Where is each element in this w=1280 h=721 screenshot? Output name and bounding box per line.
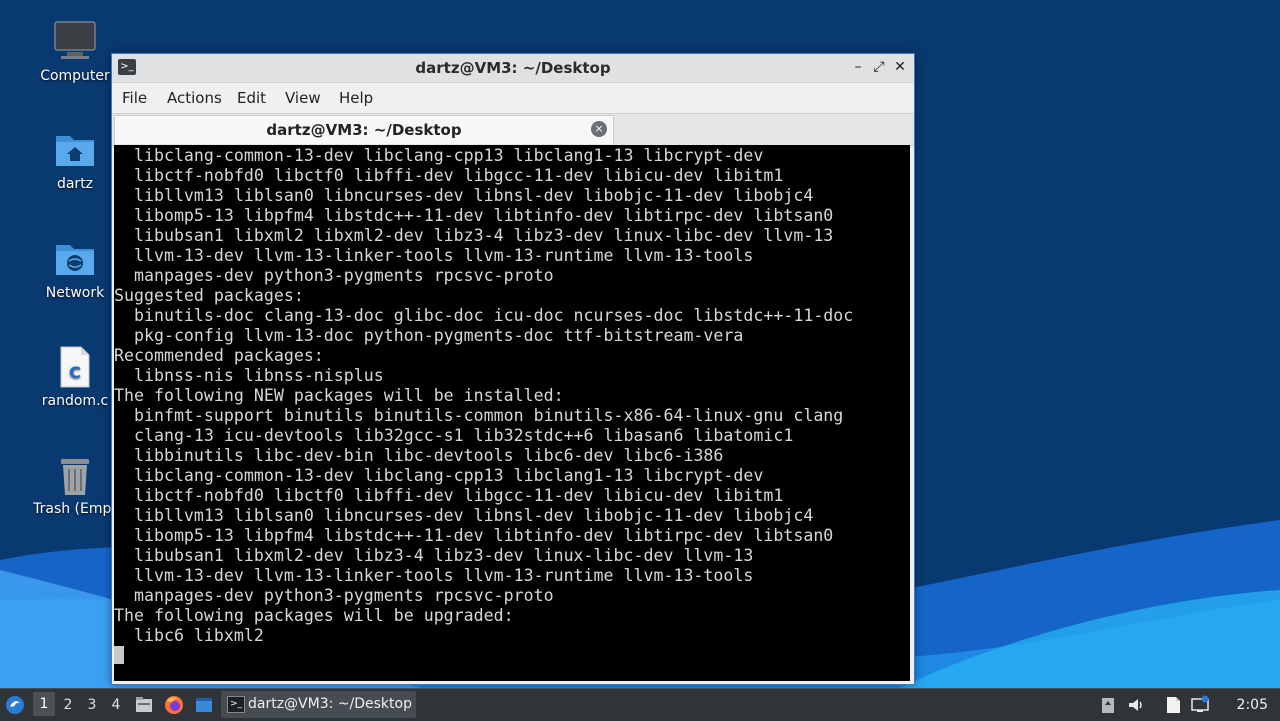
desktop-icon-trash[interactable]: Trash (Empt (25, 453, 125, 517)
terminal-line: pkg-config llvm-13-doc python-pygments-d… (114, 326, 744, 345)
terminal-prompt-line (114, 646, 853, 666)
workspace-3[interactable]: 3 (81, 697, 103, 713)
tab-bar: dartz@VM3: ~/Desktop × (112, 113, 914, 146)
terminal-tab[interactable]: dartz@VM3: ~/Desktop × (114, 115, 614, 144)
terminal-icon: >_ (227, 696, 245, 713)
minimize-button[interactable]: – (850, 59, 866, 75)
taskbar: 1 2 3 4 >_ dartz@VM3: ~/Desktop 2:05 (0, 688, 1280, 721)
notes-icon[interactable] (1163, 695, 1183, 715)
desktop-icon-computer[interactable]: Computer (25, 20, 125, 84)
workspace-1[interactable]: 1 (33, 692, 55, 716)
terminal-line: libclang-common-13-dev libclang-cpp13 li… (114, 146, 764, 165)
terminal-line: libclang-common-13-dev libclang-cpp13 li… (114, 466, 764, 485)
tab-label: dartz@VM3: ~/Desktop (266, 121, 462, 139)
workspace-2[interactable]: 2 (57, 697, 79, 713)
taskbar-task-terminal[interactable]: >_ dartz@VM3: ~/Desktop (221, 691, 416, 718)
terminal-line: Recommended packages: (114, 346, 324, 365)
start-menu-icon[interactable] (5, 695, 25, 715)
terminal-line: libllvm13 liblsan0 libncurses-dev libnsl… (114, 506, 814, 525)
tab-close-icon[interactable]: × (591, 121, 607, 137)
terminal-window: >_ dartz@VM3: ~/Desktop – ⤢ ✕ File Actio… (111, 53, 915, 685)
terminal-line: libnss-nis libnss-nisplus (114, 366, 384, 385)
terminal-output[interactable]: libclang-common-13-dev libclang-cpp13 li… (114, 145, 910, 681)
terminal-line: llvm-13-dev llvm-13-linker-tools llvm-13… (114, 246, 754, 265)
menu-edit[interactable]: Edit (237, 89, 266, 107)
terminal-line: libubsan1 libxml2-dev libz3-4 libz3-dev … (114, 546, 754, 565)
menu-bar: File Actions Edit View Help (112, 83, 914, 113)
terminal-line: manpages-dev python3-pygments rpcsvc-pro… (114, 586, 554, 605)
terminal-line: libctf-nobfd0 libctf0 libffi-dev libgcc-… (114, 166, 784, 185)
computer-icon (54, 21, 96, 59)
firefox-icon[interactable] (164, 695, 184, 715)
desktop-icon-label: Network (45, 285, 105, 301)
desktop-icon-label: Computer (40, 68, 110, 84)
terminal-line: libc6 libxml2 (114, 626, 264, 645)
desktop-icon-home[interactable]: dartz (25, 128, 125, 192)
terminal-line: llvm-13-dev llvm-13-linker-tools llvm-13… (114, 566, 754, 585)
svg-text:C: C (69, 363, 81, 382)
terminal-line: binfmt-support binutils binutils-common … (114, 406, 844, 425)
volume-icon[interactable] (1126, 695, 1146, 715)
terminal-line: libomp5-13 libpfm4 libstdc++-11-dev libt… (114, 206, 834, 225)
maximize-button[interactable]: ⤢ (871, 59, 887, 75)
show-desktop-icon[interactable] (194, 695, 214, 715)
menu-help[interactable]: Help (339, 89, 373, 107)
desktop-icon-label: random.c (41, 393, 109, 409)
terminal-line: libubsan1 libxml2 libxml2-dev libz3-4 li… (114, 226, 834, 245)
terminal-cursor (114, 646, 124, 664)
menu-file[interactable]: File (122, 89, 147, 107)
task-label: dartz@VM3: ~/Desktop (248, 696, 412, 712)
terminal-line: libllvm13 liblsan0 libncurses-dev libnsl… (114, 186, 814, 205)
terminal-line: libomp5-13 libpfm4 libstdc++-11-dev libt… (114, 526, 834, 545)
desktop-icon-label: Trash (Empt (33, 501, 117, 517)
home-folder-icon (56, 136, 94, 166)
terminal-line: libbinutils libc-dev-bin libc-devtools l… (114, 446, 724, 465)
desktop-icon-random-c[interactable]: C random.c (25, 345, 125, 409)
network-folder-icon (56, 245, 94, 275)
window-titlebar[interactable]: >_ dartz@VM3: ~/Desktop – ⤢ ✕ (112, 54, 914, 83)
terminal-line: Suggested packages: (114, 286, 304, 305)
terminal-line: clang-13 icu-devtools lib32gcc-s1 lib32s… (114, 426, 794, 445)
c-source-file-icon: C (60, 346, 90, 388)
clock: 2:05 (1236, 697, 1268, 713)
terminal-line: The following packages will be upgraded: (114, 606, 514, 625)
window-title: dartz@VM3: ~/Desktop (415, 59, 611, 77)
file-manager-icon[interactable] (134, 695, 154, 715)
clipboard-icon[interactable] (1098, 695, 1118, 715)
terminal-line: manpages-dev python3-pygments rpcsvc-pro… (114, 266, 554, 285)
terminal-lines: libclang-common-13-dev libclang-cpp13 li… (114, 146, 853, 666)
desktop-icon-label: dartz (56, 176, 94, 192)
trash-icon (61, 459, 89, 495)
menu-view[interactable]: View (285, 89, 321, 107)
terminal-line: binutils-doc clang-13-doc glibc-doc icu-… (114, 306, 854, 325)
menu-actions[interactable]: Actions (167, 89, 222, 107)
network-icon[interactable] (1190, 695, 1210, 715)
close-button[interactable]: ✕ (892, 59, 908, 75)
desktop-icon-network[interactable]: Network (25, 237, 125, 301)
terminal-line: The following NEW packages will be insta… (114, 386, 564, 405)
terminal-line: libctf-nobfd0 libctf0 libffi-dev libgcc-… (114, 486, 784, 505)
workspace-4[interactable]: 4 (105, 697, 127, 713)
